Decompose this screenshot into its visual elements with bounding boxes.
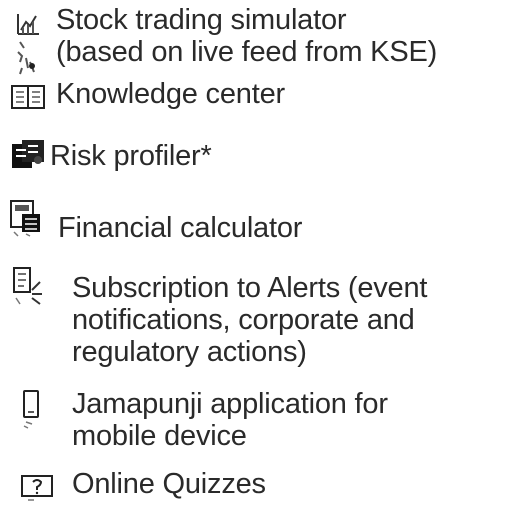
item-text-line: Subscription to Alerts (event [72, 272, 428, 304]
item-text-line: Stock trading simulator [56, 4, 347, 36]
item-text-line: Risk profiler* [50, 140, 212, 172]
item-text-line: regulatory actions) [72, 336, 307, 368]
item-text-line: Knowledge center [56, 78, 285, 110]
item-text-line: Financial calculator [58, 212, 303, 244]
item-text-line: notifications, corporate and [72, 304, 415, 336]
item-text-line: Jamapunji application for [72, 388, 388, 420]
feature-list: Stock trading simulator (based on live f… [0, 0, 527, 510]
book-icon [10, 82, 46, 112]
calculator-icon [8, 198, 44, 238]
chart-icon [14, 8, 42, 38]
item-text-line: Online Quizzes [72, 468, 266, 500]
quiz-icon [20, 472, 54, 502]
item-text-line: mobile device [72, 420, 247, 452]
puzzle-icon [10, 138, 46, 172]
mobile-device-icon [20, 388, 46, 430]
item-text-line: (based on live feed from KSE) [56, 36, 438, 68]
decorative-icon [14, 38, 40, 78]
alert-icon [10, 264, 46, 306]
